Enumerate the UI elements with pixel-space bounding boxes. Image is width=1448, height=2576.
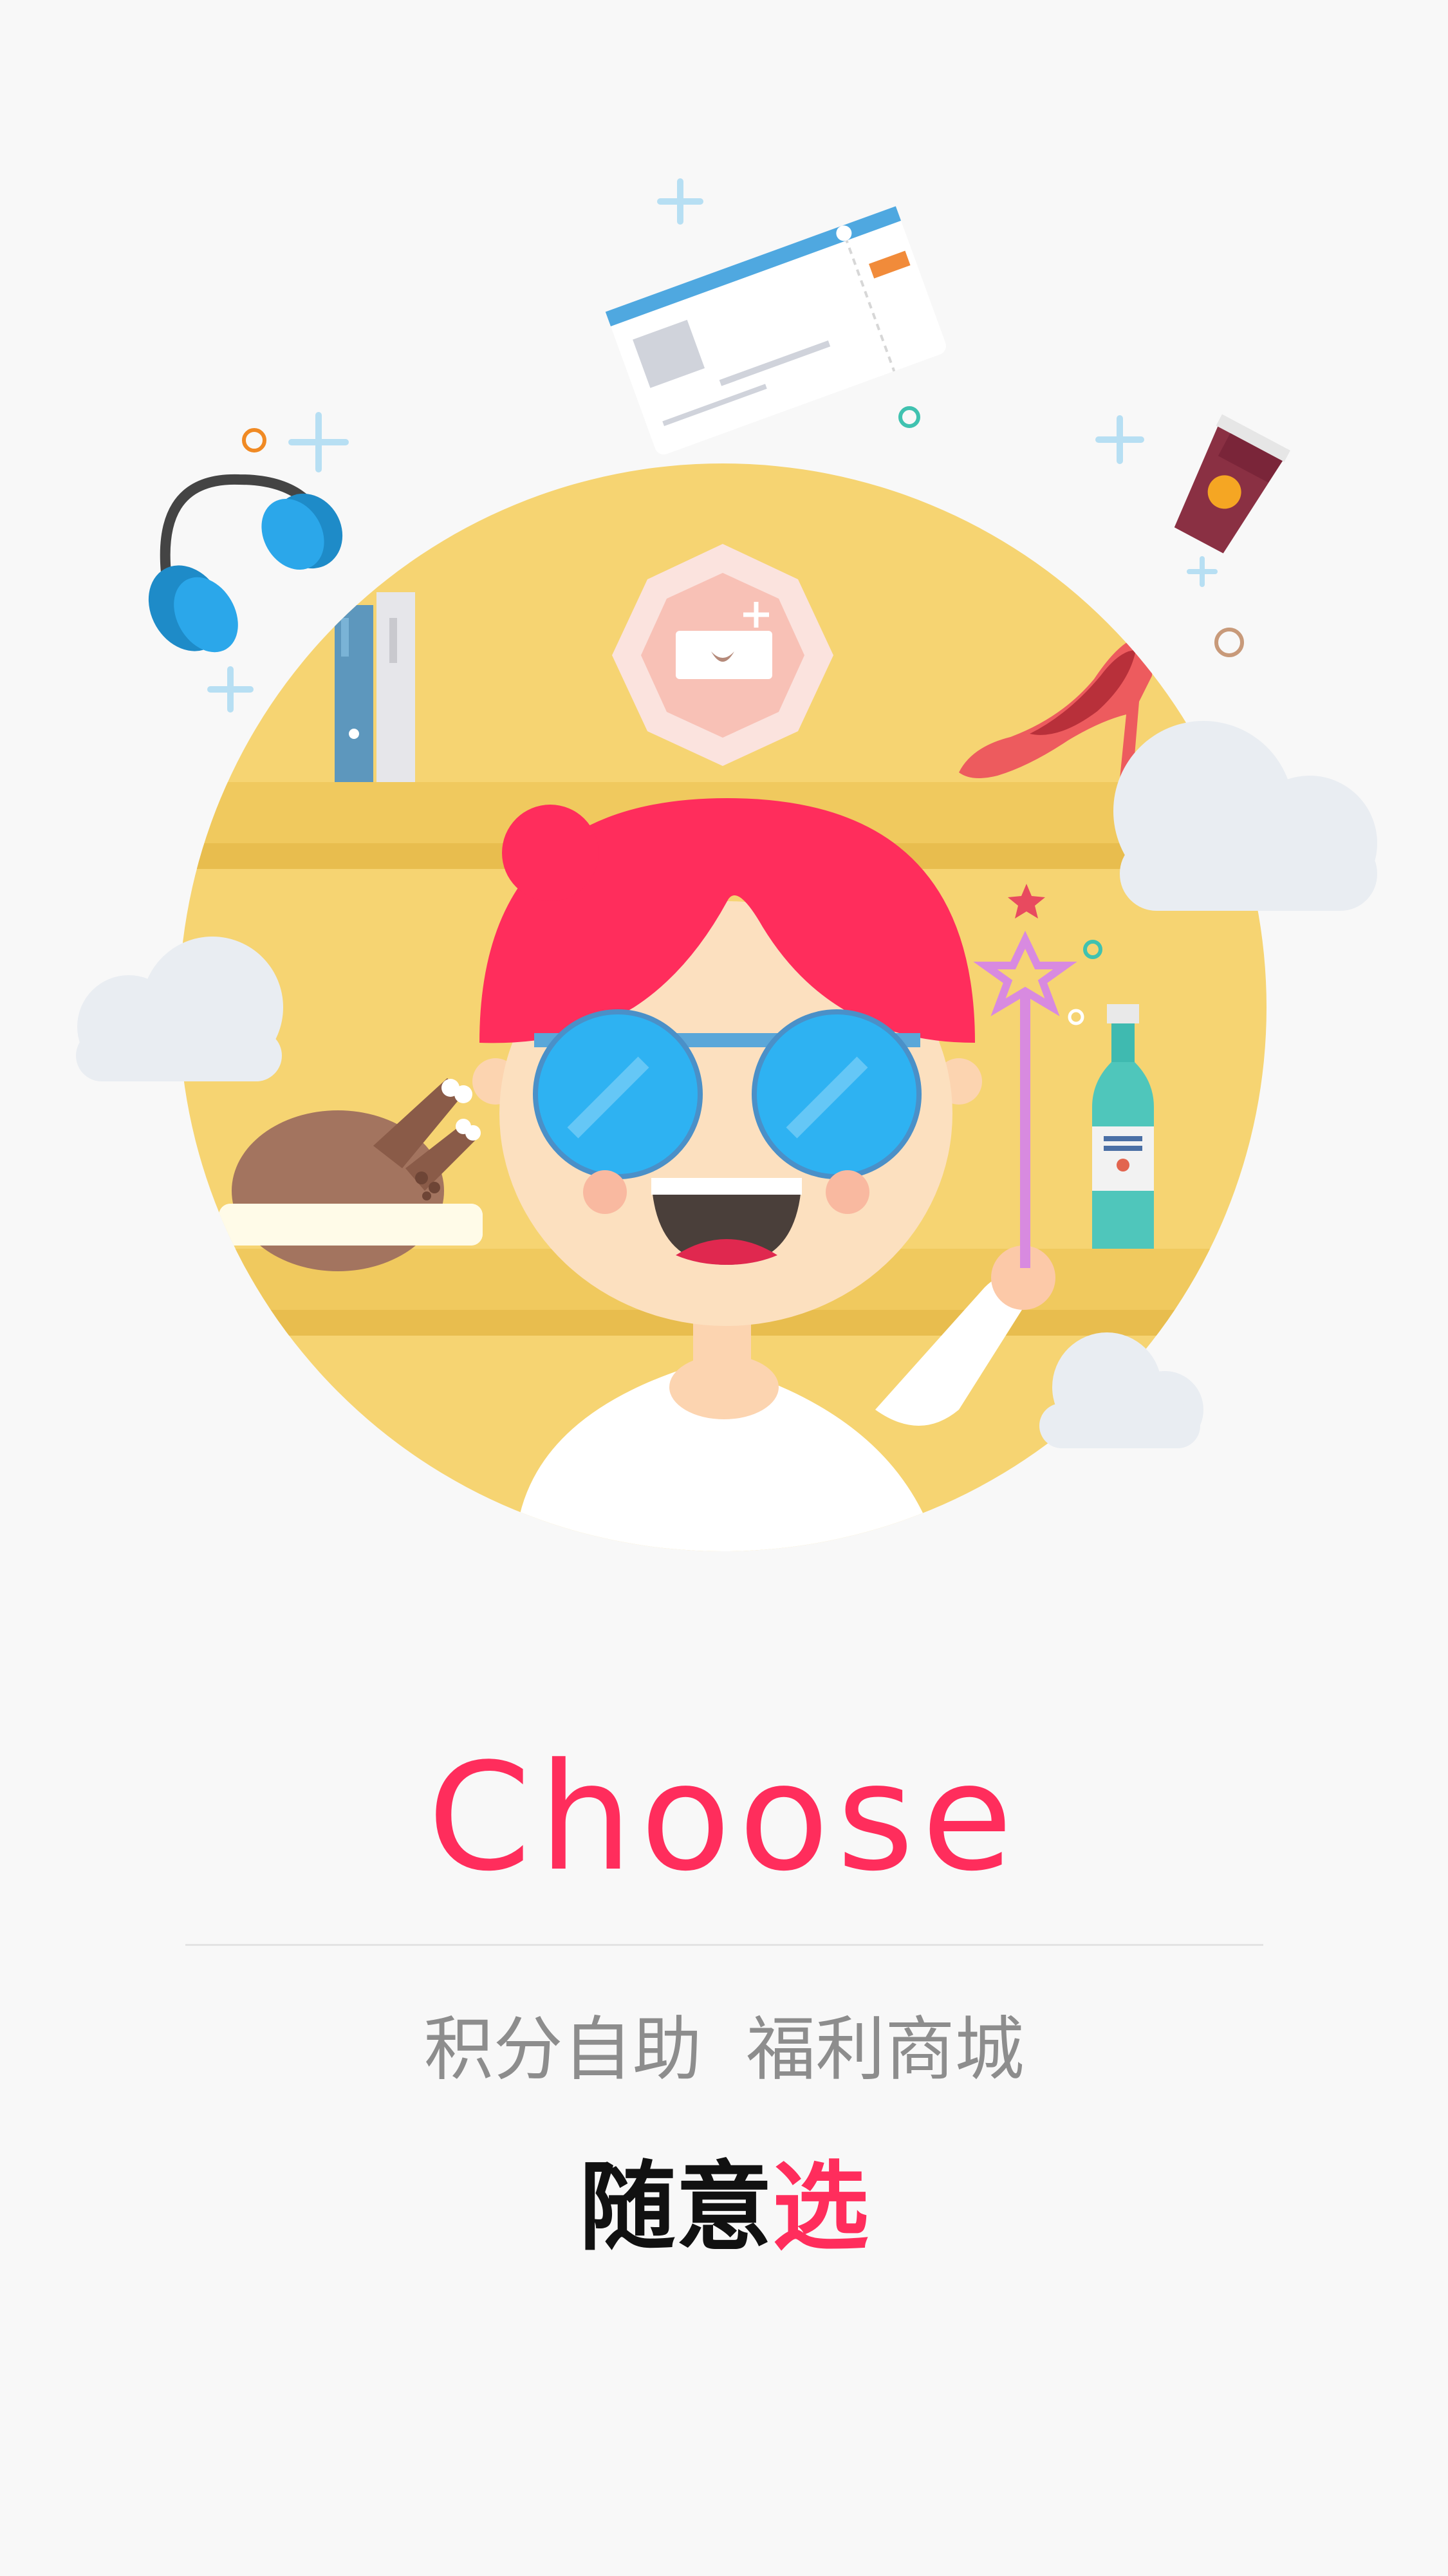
coffee-cup-icon	[1174, 414, 1290, 554]
onboarding-illustration	[76, 178, 1377, 1551]
tagline-plain: 随意	[579, 2152, 772, 2264]
page-headline: Choose	[427, 1732, 1021, 1904]
page-subtitle: 积分自助 福利商城	[423, 2010, 1025, 2090]
tagline-accent: 选	[772, 2152, 869, 2264]
page-tagline: 随意选	[0, 2150, 1448, 2266]
headphones-icon	[148, 474, 343, 653]
cloud-icon	[76, 937, 283, 1081]
divider	[185, 1944, 1263, 1946]
ticket-icon	[605, 206, 946, 455]
cloud-icon	[1113, 721, 1377, 911]
onboarding-screen: Choose 积分自助 福利商城 随意选	[0, 0, 1448, 2576]
